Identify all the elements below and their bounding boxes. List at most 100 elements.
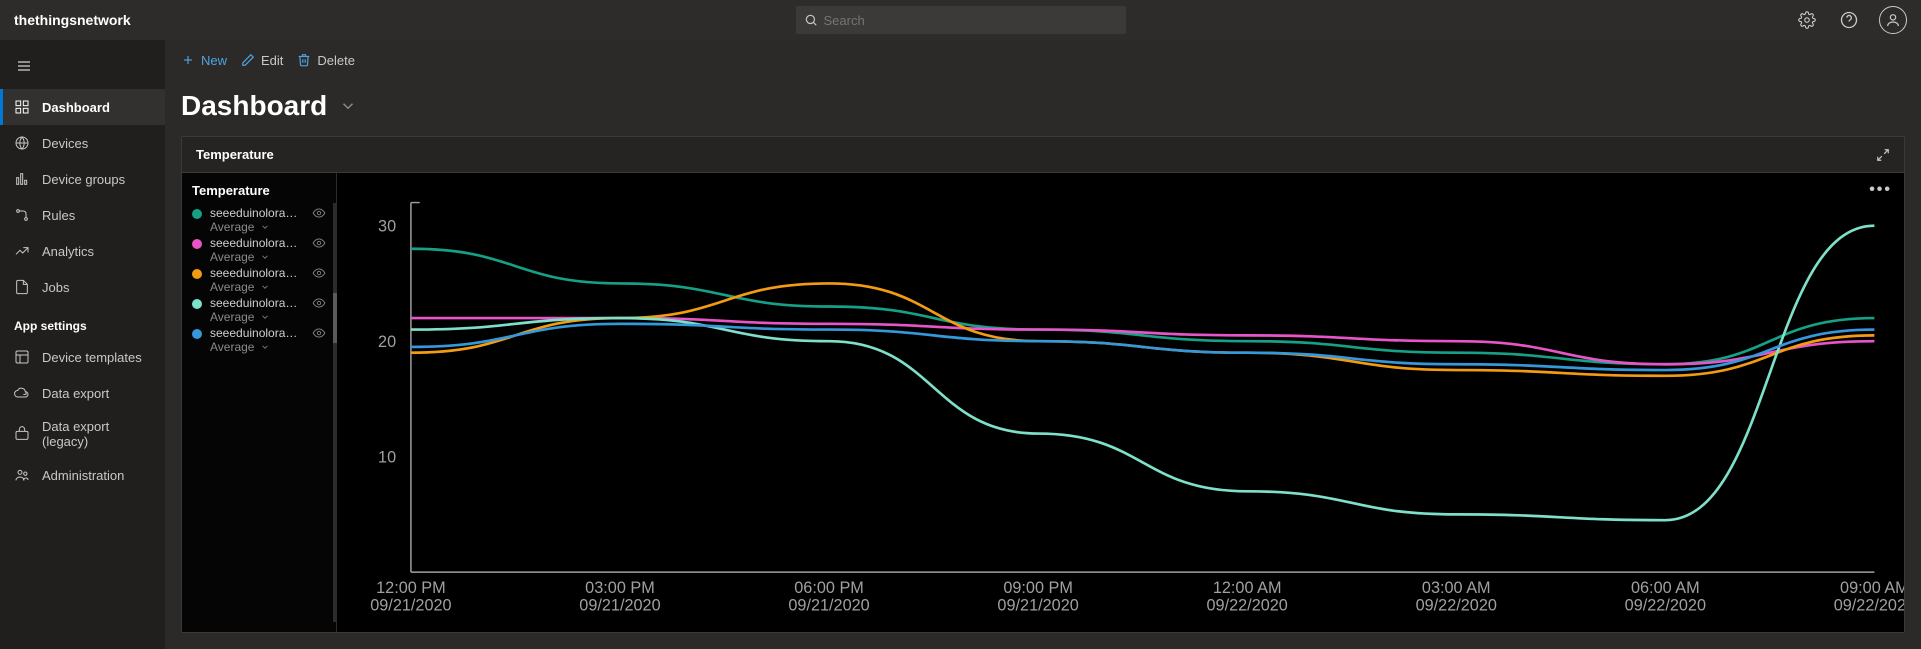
sidebar-item-data-export-legacy[interactable]: Data export (legacy) — [0, 411, 165, 457]
expand-icon[interactable] — [1876, 148, 1890, 162]
edit-button[interactable]: Edit — [241, 53, 283, 68]
pencil-icon — [241, 53, 255, 67]
chevron-down-icon[interactable] — [260, 342, 270, 352]
card-header: Temperature — [182, 137, 1904, 173]
top-bar: thethingsnetwork — [0, 0, 1921, 40]
sidebar-item-label: Data export — [42, 386, 109, 401]
main-content: New Edit Delete Dashboard Temperature T — [165, 40, 1921, 649]
sidebar-item-label: Device groups — [42, 172, 125, 187]
legend-color-dot — [192, 329, 202, 339]
sidebar: Dashboard Devices Device groups Rules An… — [0, 40, 165, 649]
sidebar-item-analytics[interactable]: Analytics — [0, 233, 165, 269]
globe-icon — [14, 135, 30, 151]
svg-text:09/21/2020: 09/21/2020 — [579, 597, 660, 615]
legend-aggregate: Average — [210, 220, 254, 234]
svg-text:09/21/2020: 09/21/2020 — [788, 597, 869, 615]
svg-text:09:00 PM: 09:00 PM — [1003, 579, 1073, 597]
chart-area: ••• 10203012:00 PM09/21/202003:00 PM09/2… — [337, 173, 1904, 632]
sidebar-item-label: Devices — [42, 136, 88, 151]
chevron-down-icon[interactable] — [260, 222, 270, 232]
svg-text:30: 30 — [378, 218, 396, 236]
people-icon — [14, 467, 30, 483]
svg-text:03:00 PM: 03:00 PM — [585, 579, 655, 597]
legend-title: Temperature — [192, 183, 326, 198]
menu-toggle[interactable] — [0, 48, 165, 89]
help-icon — [1840, 11, 1858, 29]
svg-text:09/21/2020: 09/21/2020 — [997, 597, 1078, 615]
legend-aggregate: Average — [210, 250, 254, 264]
chart-series-line — [411, 226, 1874, 521]
cloud-export-icon — [14, 385, 30, 401]
legend-item[interactable]: seeeduinoloraw...Average — [192, 236, 326, 264]
command-bar: New Edit Delete — [165, 40, 1921, 80]
legend-color-dot — [192, 269, 202, 279]
sidebar-item-label: Dashboard — [42, 100, 110, 115]
delete-button[interactable]: Delete — [297, 53, 355, 68]
eye-icon[interactable] — [312, 266, 326, 280]
sidebar-item-device-templates[interactable]: Device templates — [0, 339, 165, 375]
legend-item[interactable]: seeeduinoloraw...Average — [192, 206, 326, 234]
chevron-down-icon[interactable] — [339, 97, 357, 115]
topbar-actions — [1795, 6, 1907, 34]
sidebar-item-label: Jobs — [42, 280, 69, 295]
sidebar-item-data-export[interactable]: Data export — [0, 375, 165, 411]
legend-item[interactable]: seeeduinoloraw...Average — [192, 326, 326, 354]
page-title-bar: Dashboard — [165, 80, 1921, 136]
card-title: Temperature — [196, 147, 274, 162]
legend-item[interactable]: seeeduinoloraw...Average — [192, 296, 326, 324]
sidebar-item-rules[interactable]: Rules — [0, 197, 165, 233]
sidebar-item-label: Administration — [42, 468, 124, 483]
chevron-down-icon[interactable] — [260, 252, 270, 262]
legend-aggregate: Average — [210, 310, 254, 324]
sidebar-item-administration[interactable]: Administration — [0, 457, 165, 493]
svg-text:06:00 AM: 06:00 AM — [1631, 579, 1700, 597]
edit-button-label: Edit — [261, 53, 283, 68]
chevron-down-icon[interactable] — [260, 282, 270, 292]
card-body: Temperature seeeduinoloraw...Averageseee… — [182, 173, 1904, 632]
legend-series-name: seeeduinoloraw... — [210, 326, 300, 340]
help-button[interactable] — [1837, 8, 1861, 32]
svg-text:09/21/2020: 09/21/2020 — [370, 597, 451, 615]
legend-item[interactable]: seeeduinoloraw...Average — [192, 266, 326, 294]
sidebar-item-dashboard[interactable]: Dashboard — [0, 89, 165, 125]
legend-series-name: seeeduinoloraw... — [210, 266, 300, 280]
svg-text:20: 20 — [378, 333, 396, 351]
account-button[interactable] — [1879, 6, 1907, 34]
eye-icon[interactable] — [312, 206, 326, 220]
legend-color-dot — [192, 239, 202, 249]
search-input[interactable] — [824, 13, 1118, 28]
sidebar-item-label: Device templates — [42, 350, 142, 365]
sidebar-item-label: Rules — [42, 208, 75, 223]
sidebar-item-device-groups[interactable]: Device groups — [0, 161, 165, 197]
legend-series-name: seeeduinoloraw... — [210, 206, 300, 220]
svg-text:09/22/2020: 09/22/2020 — [1834, 597, 1904, 615]
eye-icon[interactable] — [312, 236, 326, 250]
sidebar-item-label: Data export (legacy) — [42, 419, 151, 449]
sidebar-item-label: Analytics — [42, 244, 94, 259]
svg-text:09/22/2020: 09/22/2020 — [1625, 597, 1706, 615]
svg-text:10: 10 — [378, 449, 396, 467]
sidebar-item-jobs[interactable]: Jobs — [0, 269, 165, 305]
settings-button[interactable] — [1795, 8, 1819, 32]
flow-icon — [14, 207, 30, 223]
chart-series-line — [411, 283, 1874, 375]
svg-text:09:00 AM: 09:00 AM — [1840, 579, 1904, 597]
temperature-card: Temperature Temperature seeeduinoloraw..… — [181, 136, 1905, 633]
page-title: Dashboard — [181, 90, 327, 122]
line-chart: 10203012:00 PM09/21/202003:00 PM09/21/20… — [337, 173, 1904, 631]
chevron-down-icon[interactable] — [260, 312, 270, 322]
trash-icon — [297, 53, 311, 67]
legend-color-dot — [192, 299, 202, 309]
svg-text:09/22/2020: 09/22/2020 — [1207, 597, 1288, 615]
svg-text:09/22/2020: 09/22/2020 — [1416, 597, 1497, 615]
grid-icon — [14, 99, 30, 115]
hamburger-icon — [16, 58, 32, 74]
new-button[interactable]: New — [181, 53, 227, 68]
eye-icon[interactable] — [312, 296, 326, 310]
gear-icon — [1798, 11, 1816, 29]
legend-series-name: seeeduinoloraw... — [210, 296, 300, 310]
svg-text:03:00 AM: 03:00 AM — [1422, 579, 1491, 597]
eye-icon[interactable] — [312, 326, 326, 340]
sidebar-item-devices[interactable]: Devices — [0, 125, 165, 161]
search-input-wrap[interactable] — [796, 6, 1126, 34]
